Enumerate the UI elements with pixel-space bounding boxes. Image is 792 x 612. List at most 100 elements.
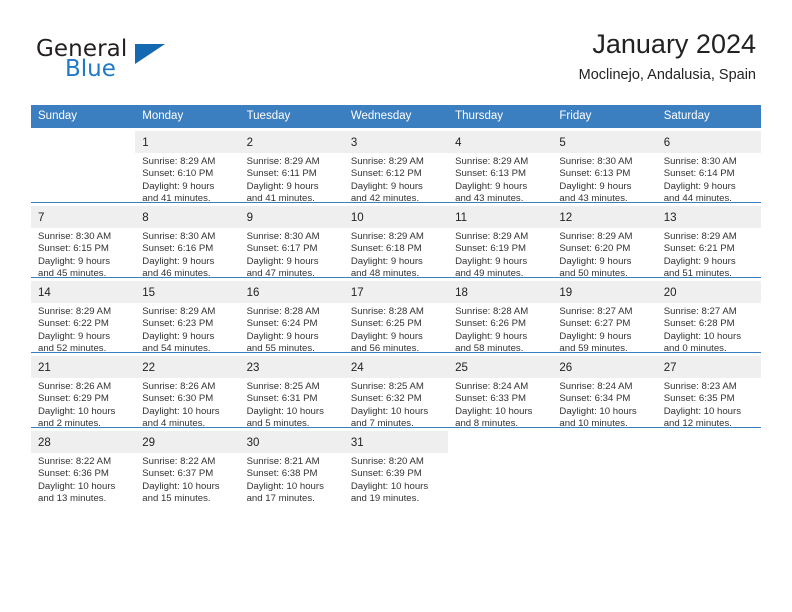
sunrise-text: Sunrise: 8:23 AM xyxy=(663,381,737,392)
day-cell[interactable]: 8 Sunrise: 8:30 AM Sunset: 6:16 PM Dayli… xyxy=(135,202,240,279)
daylight-text-line1: Daylight: 9 hours xyxy=(38,330,110,342)
sunset-text: Sunset: 6:15 PM xyxy=(38,243,109,255)
day-cell[interactable]: 24 Sunrise: 8:25 AM Sunset: 6:32 PM Dayl… xyxy=(343,352,449,429)
sunset-text: Sunset: 6:28 PM xyxy=(663,318,735,330)
day-number: 29 xyxy=(142,437,156,449)
day-cell[interactable]: 12 Sunrise: 8:29 AM Sunset: 6:20 PM Dayl… xyxy=(552,202,657,279)
daylight-text-line1: Daylight: 9 hours xyxy=(350,180,423,192)
day-number: 21 xyxy=(38,362,51,374)
day-cell[interactable]: 7 Sunrise: 8:30 AM Sunset: 6:15 PM Dayli… xyxy=(31,202,136,279)
daylight-text-line1: Daylight: 9 hours xyxy=(246,330,319,342)
sunrise-text: Sunrise: 8:29 AM xyxy=(455,231,529,242)
daylight-text-line1: Daylight: 10 hours xyxy=(246,480,324,492)
sunrise-text: Sunrise: 8:26 AM xyxy=(38,381,112,392)
day-details: Sunrise: 8:28 AM Sunset: 6:26 PM Dayligh… xyxy=(455,306,546,355)
day-cell[interactable]: 21 Sunrise: 8:26 AM Sunset: 6:29 PM Dayl… xyxy=(31,352,136,429)
day-cell[interactable]: 10 Sunrise: 8:29 AM Sunset: 6:18 PM Dayl… xyxy=(343,202,449,279)
daylight-text-line1: Daylight: 10 hours xyxy=(38,405,116,417)
day-cell[interactable]: 19 Sunrise: 8:27 AM Sunset: 6:27 PM Dayl… xyxy=(552,277,657,354)
sunset-text: Sunset: 6:22 PM xyxy=(38,318,109,330)
daylight-text-line1: Daylight: 10 hours xyxy=(350,480,429,492)
sunset-text: Sunset: 6:13 PM xyxy=(559,168,631,180)
day-details: Sunrise: 8:25 AM Sunset: 6:31 PM Dayligh… xyxy=(247,381,338,430)
day-cell[interactable]: 25 Sunrise: 8:24 AM Sunset: 6:33 PM Dayl… xyxy=(448,352,553,429)
day-cell[interactable]: 9 Sunrise: 8:30 AM Sunset: 6:17 PM Dayli… xyxy=(239,202,344,279)
day-cell[interactable]: 29 Sunrise: 8:22 AM Sunset: 6:37 PM Dayl… xyxy=(135,427,240,504)
sunset-text: Sunset: 6:31 PM xyxy=(246,393,318,405)
daylight-text-line2: and 19 minutes. xyxy=(350,492,420,504)
day-number: 15 xyxy=(142,287,156,299)
day-cell[interactable]: 31 Sunrise: 8:20 AM Sunset: 6:39 PM Dayl… xyxy=(343,427,449,504)
day-number: 8 xyxy=(142,212,149,224)
sunset-text: Sunset: 6:23 PM xyxy=(142,318,214,330)
sunrise-text: Sunrise: 8:28 AM xyxy=(246,306,320,317)
sunset-text: Sunset: 6:35 PM xyxy=(663,393,735,405)
daylight-text-line1: Daylight: 10 hours xyxy=(246,405,324,417)
day-cell[interactable]: 3 Sunrise: 8:29 AM Sunset: 6:12 PM Dayli… xyxy=(343,127,449,204)
day-number: 16 xyxy=(246,287,260,299)
day-cell[interactable]: 17 Sunrise: 8:28 AM Sunset: 6:25 PM Dayl… xyxy=(343,277,449,354)
sunrise-text: Sunrise: 8:27 AM xyxy=(559,306,633,317)
day-cell[interactable]: 18 Sunrise: 8:28 AM Sunset: 6:26 PM Dayl… xyxy=(448,277,553,355)
day-number: 26 xyxy=(559,362,573,374)
day-number: 30 xyxy=(246,437,260,449)
day-cell[interactable]: 2 Sunrise: 8:29 AM Sunset: 6:11 PM Dayli… xyxy=(239,127,344,204)
day-cell[interactable]: 27 Sunrise: 8:23 AM Sunset: 6:35 PM Dayl… xyxy=(656,352,761,429)
daylight-text-line1: Daylight: 9 hours xyxy=(38,255,110,267)
day-cell-empty xyxy=(31,127,136,203)
weekday-header-saturday: Saturday xyxy=(656,105,761,128)
sunset-text: Sunset: 6:36 PM xyxy=(38,468,109,480)
day-cell[interactable]: 14 Sunrise: 8:29 AM Sunset: 6:22 PM Dayl… xyxy=(31,277,136,354)
day-number: 7 xyxy=(38,212,45,224)
day-cell[interactable]: 30 Sunrise: 8:21 AM Sunset: 6:38 PM Dayl… xyxy=(239,427,344,505)
day-cell[interactable]: 6 Sunrise: 8:30 AM Sunset: 6:14 PM Dayli… xyxy=(656,127,761,204)
daylight-text-line1: Daylight: 10 hours xyxy=(663,405,742,417)
daylight-text-line1: Daylight: 9 hours xyxy=(663,255,736,267)
brand-name-blue: Blue xyxy=(65,56,116,82)
day-cell[interactable]: 15 Sunrise: 8:29 AM Sunset: 6:23 PM Dayl… xyxy=(135,277,240,354)
day-cell[interactable]: 13 Sunrise: 8:29 AM Sunset: 6:21 PM Dayl… xyxy=(656,202,761,279)
sunset-text: Sunset: 6:21 PM xyxy=(663,243,735,255)
sunset-text: Sunset: 6:37 PM xyxy=(142,468,214,480)
day-cell[interactable]: 28 Sunrise: 8:22 AM Sunset: 6:36 PM Dayl… xyxy=(31,427,136,505)
calendar-grid: Sunday Monday Tuesday Wednesday Thursday… xyxy=(31,105,761,505)
day-details: Sunrise: 8:22 AM Sunset: 6:36 PM Dayligh… xyxy=(38,456,129,505)
daylight-text-line1: Daylight: 10 hours xyxy=(455,405,533,417)
sunset-text: Sunset: 6:13 PM xyxy=(455,168,527,180)
day-details: Sunrise: 8:29 AM Sunset: 6:10 PM Dayligh… xyxy=(142,156,233,205)
day-cell[interactable]: 20 Sunrise: 8:27 AM Sunset: 6:28 PM Dayl… xyxy=(656,277,761,354)
daylight-text-line1: Daylight: 9 hours xyxy=(559,255,632,267)
daylight-text-line2: and 17 minutes. xyxy=(246,492,315,504)
day-details: Sunrise: 8:29 AM Sunset: 6:13 PM Dayligh… xyxy=(455,156,546,205)
day-cell[interactable]: 16 Sunrise: 8:28 AM Sunset: 6:24 PM Dayl… xyxy=(239,277,344,354)
daylight-text-line1: Daylight: 10 hours xyxy=(350,405,429,417)
day-cell[interactable]: 26 Sunrise: 8:24 AM Sunset: 6:34 PM Dayl… xyxy=(552,352,657,430)
sunrise-text: Sunrise: 8:26 AM xyxy=(142,381,216,392)
day-cell[interactable]: 11 Sunrise: 8:29 AM Sunset: 6:19 PM Dayl… xyxy=(448,202,553,279)
calendar-header-row: Sunday Monday Tuesday Wednesday Thursday… xyxy=(31,105,761,128)
sunrise-text: Sunrise: 8:28 AM xyxy=(350,306,424,317)
sunrise-text: Sunrise: 8:24 AM xyxy=(559,381,633,392)
sunset-text: Sunset: 6:12 PM xyxy=(350,168,422,180)
day-cell-empty xyxy=(552,427,657,502)
day-cell[interactable]: 22 Sunrise: 8:26 AM Sunset: 6:30 PM Dayl… xyxy=(135,352,240,429)
day-cell[interactable]: 1 Sunrise: 8:29 AM Sunset: 6:10 PM Dayli… xyxy=(135,127,240,205)
title-block: January 2024 Moclinejo, Andalusia, Spain xyxy=(579,28,756,84)
sunset-text: Sunset: 6:34 PM xyxy=(559,393,631,405)
sunset-text: Sunset: 6:14 PM xyxy=(663,168,735,180)
day-number: 14 xyxy=(38,287,51,299)
day-details: Sunrise: 8:21 AM Sunset: 6:38 PM Dayligh… xyxy=(247,456,338,505)
day-cell[interactable]: 5 Sunrise: 8:30 AM Sunset: 6:13 PM Dayli… xyxy=(552,127,657,204)
sunrise-text: Sunrise: 8:28 AM xyxy=(455,306,529,317)
brand-logo[interactable]: General Blue xyxy=(36,36,236,90)
sunrise-text: Sunrise: 8:29 AM xyxy=(350,156,424,167)
sunrise-text: Sunrise: 8:29 AM xyxy=(246,156,320,167)
day-number: 25 xyxy=(455,362,468,374)
sunset-text: Sunset: 6:30 PM xyxy=(142,393,214,405)
day-details: Sunrise: 8:24 AM Sunset: 6:34 PM Dayligh… xyxy=(559,381,650,430)
calendar-body: 1 Sunrise: 8:29 AM Sunset: 6:10 PM Dayli… xyxy=(31,127,761,505)
day-cell[interactable]: 4 Sunrise: 8:29 AM Sunset: 6:13 PM Dayli… xyxy=(448,127,553,205)
sunrise-text: Sunrise: 8:25 AM xyxy=(350,381,424,392)
daylight-text-line1: Daylight: 9 hours xyxy=(559,180,632,192)
day-cell[interactable]: 23 Sunrise: 8:25 AM Sunset: 6:31 PM Dayl… xyxy=(239,352,344,430)
